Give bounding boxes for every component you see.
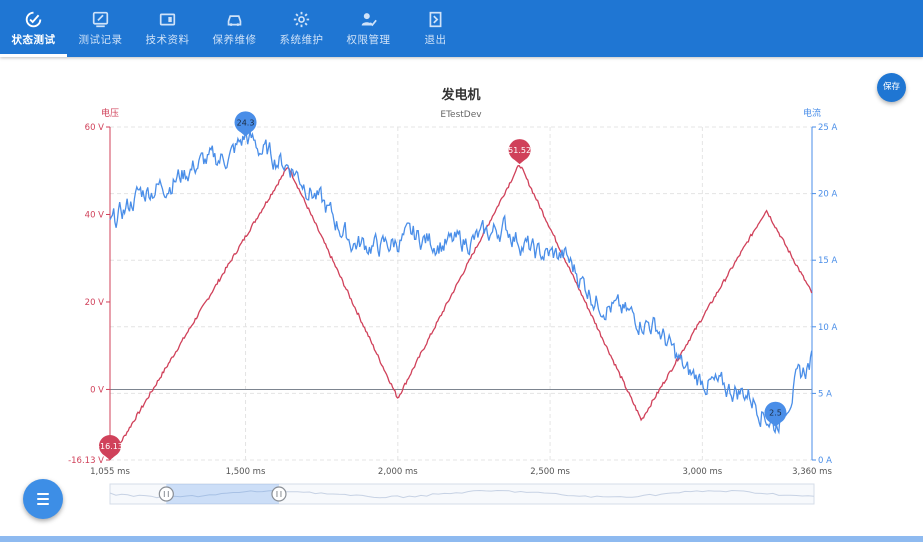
left-tick-label: 60 V [85,123,105,133]
tab-label: 状态测试 [11,34,56,46]
marker-label: 51.52 [508,146,531,155]
tab-label: 保养维修 [212,34,257,46]
tab-label: 系统维护 [279,34,324,46]
left-tick-label: -16.13 V [68,456,104,466]
right-tick-label: 5 A [818,389,832,399]
zoom-handle[interactable] [158,486,174,502]
left-tick-label: 20 V [85,298,105,308]
right-tick-label: 20 A [818,190,838,200]
x-tick-label: 2,500 ms [530,467,570,477]
current-series-line [109,131,813,435]
x-tick-label: 3,360 ms [792,467,832,477]
x-tick-label: 1,055 ms [90,467,130,477]
right-axis-label: 电流 [803,107,821,119]
tab-test-records[interactable]: 测试记录 [67,0,134,57]
left-tick-label: 0 V [90,385,104,395]
x-tick-label: 1,500 ms [226,467,266,477]
bottom-status-strip [0,536,923,542]
chart-subtitle: ETestDev [440,110,482,120]
edit-record-icon [92,11,109,28]
generator-chart: 发电机 ETestDev 电压 电流 60 V 40 V 20 V 0 V -16.13 V 25… [68,87,838,505]
tab-technical-docs[interactable]: 技术资料 [134,0,201,57]
document-panel-icon [159,13,176,26]
tab-label: 退出 [424,34,447,46]
gauge-check-icon [25,11,42,28]
right-tick-label: 25 A [818,123,838,133]
tab-label: 技术资料 [145,34,190,46]
x-tick-label: 2,000 ms [378,467,418,477]
right-tick-label: 0 A [818,456,832,466]
tab-maintenance[interactable]: 保养维修 [201,0,268,57]
car-repair-icon [227,15,242,26]
exit-door-icon [429,11,442,28]
voltage-series-line [109,165,813,461]
marker-label: -16.13 [97,442,123,451]
tab-system-maintenance[interactable]: 系统维护 [268,0,335,57]
menu-icon-line [37,498,49,500]
chart-title: 发电机 [440,87,480,103]
tab-exit[interactable]: 退出 [402,0,469,57]
marker-label: 24.3 [237,118,255,127]
zoom-window[interactable] [166,484,279,504]
tab-label: 测试记录 [78,34,123,46]
save-button[interactable]: 保存 [877,73,906,102]
gear-icon [293,11,310,28]
right-tick-label: 10 A [818,323,838,333]
left-tick-label: 40 V [85,210,105,220]
top-navigation-bar: 状态测试 测试记录 技术资料 保养维修 系统维护 权限管理 退出 [0,0,923,57]
tab-permission-management[interactable]: 权限管理 [335,0,402,57]
menu-icon-line [37,493,49,495]
marker-label: 2.5 [769,409,782,418]
zoom-handle[interactable] [271,486,287,502]
menu-icon-line [37,503,49,505]
x-tick-label: 3,000 ms [682,467,722,477]
right-tick-label: 15 A [818,256,838,266]
tab-label: 权限管理 [346,34,391,46]
menu-button[interactable] [23,479,63,519]
left-axis-label: 电压 [101,107,119,119]
tab-status-test[interactable]: 状态测试 [0,0,67,57]
user-check-icon [361,13,377,27]
